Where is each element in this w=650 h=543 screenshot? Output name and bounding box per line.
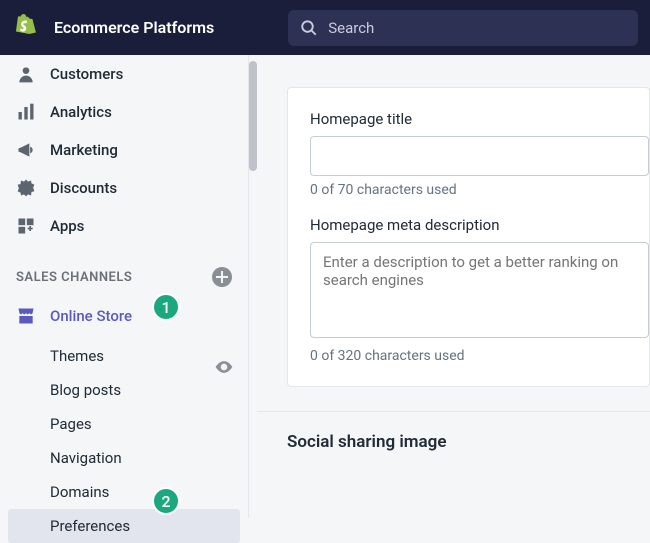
sidebar-item-label: Discounts — [50, 179, 117, 197]
subnav-blog-posts[interactable]: Blog posts — [0, 373, 248, 407]
add-channel-button[interactable] — [212, 267, 232, 287]
sidebar-item-label: Apps — [50, 217, 84, 235]
subnav-pages[interactable]: Pages — [0, 407, 248, 441]
sidebar-item-label: Customers — [50, 65, 123, 83]
section-title: SALES CHANNELS — [16, 270, 132, 285]
sidebar-item-online-store[interactable]: Online Store — [0, 297, 248, 335]
homepage-meta-hint: 0 of 320 characters used — [310, 348, 649, 364]
homepage-meta-textarea[interactable] — [310, 242, 649, 338]
shopify-logo-icon — [12, 12, 40, 44]
section-head-sales-channels: SALES CHANNELS — [0, 253, 248, 297]
annotation-badge-1: 1 — [152, 293, 180, 321]
analytics-icon — [16, 102, 36, 122]
homepage-title-label: Homepage title — [310, 110, 649, 128]
apps-icon — [16, 216, 36, 236]
subnav-preferences[interactable]: Preferences — [8, 509, 240, 543]
subnav-themes[interactable]: Themes — [0, 339, 248, 373]
online-store-icon — [16, 306, 36, 326]
homepage-title-input[interactable] — [310, 136, 649, 176]
subnav-navigation[interactable]: Navigation — [0, 441, 248, 475]
sidebar-item-label: Marketing — [50, 141, 118, 159]
sidebar-item-discounts[interactable]: Discounts — [0, 169, 248, 207]
search-icon — [300, 19, 318, 37]
search-wrap — [288, 10, 638, 46]
homepage-meta-label: Homepage meta description — [310, 216, 649, 234]
brand-name: Ecommerce Platforms — [54, 18, 214, 37]
marketing-icon — [16, 140, 36, 160]
sidebar-scrollbar[interactable] — [249, 61, 257, 171]
view-store-icon[interactable] — [214, 357, 234, 377]
sidebar-item-customers[interactable]: Customers — [0, 55, 248, 93]
main-content: Homepage title 0 of 70 characters used H… — [257, 55, 650, 518]
section-divider — [257, 411, 650, 412]
annotation-badge-2: 2 — [152, 487, 180, 515]
sidebar-item-marketing[interactable]: Marketing — [0, 131, 248, 169]
sidebar-item-label: Online Store — [50, 307, 132, 325]
customers-icon — [16, 64, 36, 84]
seo-card: Homepage title 0 of 70 characters used H… — [287, 87, 650, 387]
homepage-title-hint: 0 of 70 characters used — [310, 182, 649, 198]
sidebar-item-label: Analytics — [50, 103, 112, 121]
online-store-subnav: Themes Blog posts Pages Navigation Domai… — [0, 339, 248, 543]
discounts-icon — [16, 178, 36, 198]
search-input[interactable] — [328, 19, 626, 37]
topbar: Ecommerce Platforms — [0, 0, 650, 55]
sidebar: Customers Analytics Marketing Discounts … — [0, 55, 249, 518]
search-box[interactable] — [288, 10, 638, 46]
sidebar-item-apps[interactable]: Apps — [0, 207, 248, 245]
subnav-domains[interactable]: Domains — [0, 475, 248, 509]
social-sharing-heading: Social sharing image — [287, 432, 650, 452]
sidebar-item-analytics[interactable]: Analytics — [0, 93, 248, 131]
